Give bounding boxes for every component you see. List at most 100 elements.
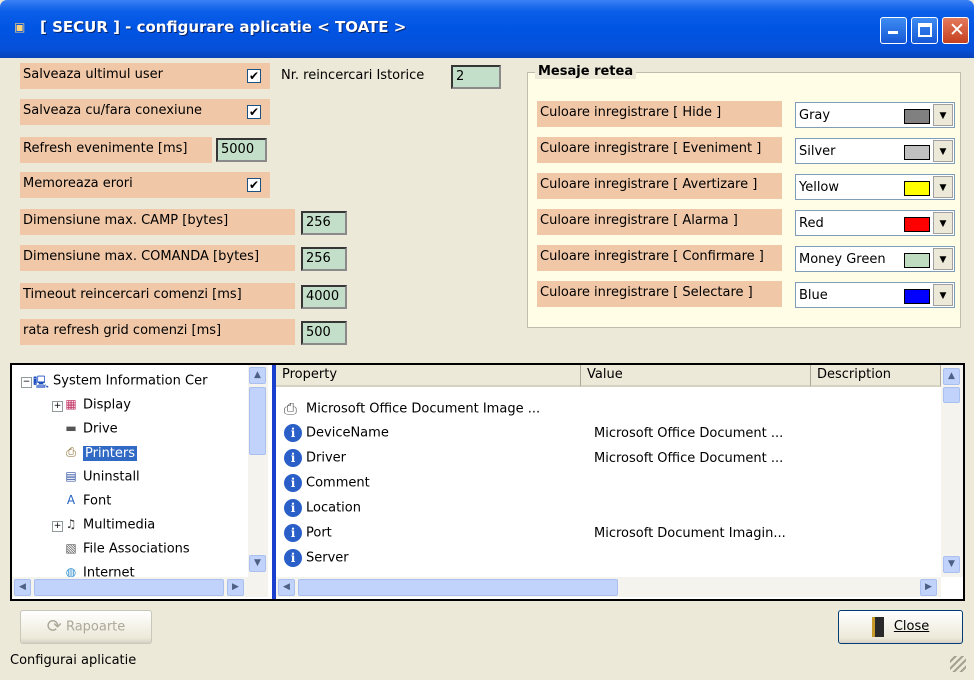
max-comanda-input[interactable]: 256 (301, 247, 347, 271)
scroll-right-icon[interactable]: ▶ (920, 579, 937, 596)
color-select[interactable]: Red ▼ (795, 210, 955, 236)
color-swatch (904, 217, 930, 232)
tree-item[interactable]: ▬ Drive (62, 421, 118, 437)
save-last-user-checkbox[interactable]: ✔ (247, 69, 261, 83)
chevron-down-icon[interactable]: ▼ (933, 140, 953, 162)
tree-horizontal-scrollbar[interactable]: ◀ ▶ (12, 577, 268, 597)
chevron-down-icon[interactable]: ▼ (933, 104, 953, 126)
max-comanda-label: Dimensiune max. COMANDA [bytes] (20, 245, 295, 271)
color-label: Culoare inregistrare [ Selectare ] (537, 281, 782, 307)
list-horizontal-scrollbar[interactable]: ◀ ▶ (276, 577, 941, 597)
color-label: Culoare inregistrare [ Confirmare ] (537, 245, 782, 271)
tree-item[interactable]: 🖳 System Information Cer (32, 373, 207, 390)
color-swatch (904, 145, 930, 160)
color-select[interactable]: Gray ▼ (795, 102, 955, 128)
color-swatch (904, 109, 930, 124)
scroll-left-icon[interactable]: ◀ (278, 579, 295, 596)
scroll-thumb[interactable] (34, 579, 224, 596)
maximize-button[interactable] (911, 17, 938, 44)
save-with-connection-checkbox[interactable]: ✔ (247, 105, 261, 119)
history-retries-input[interactable]: 2 (451, 65, 501, 89)
color-select-value: Yellow (799, 180, 840, 195)
tree-item-label: Drive (83, 421, 118, 437)
max-camp-input[interactable]: 256 (301, 211, 347, 235)
door-exit-icon (871, 616, 884, 637)
grid-refresh-input[interactable]: 500 (301, 321, 347, 345)
expand-icon[interactable]: + (52, 401, 63, 412)
scroll-right-icon[interactable]: ▶ (227, 579, 244, 596)
column-header-description[interactable]: Description (811, 365, 941, 387)
chevron-down-icon[interactable]: ▼ (933, 176, 953, 198)
close-button[interactable]: Close (838, 610, 963, 644)
app-icon[interactable]: ▣ (14, 20, 32, 36)
property-list: Property Value Description ⎙ Microsoft Of… (276, 365, 963, 599)
tree-item[interactable]: ▧ File Associations (62, 541, 190, 557)
refresh-events-input[interactable]: 5000 (216, 138, 267, 162)
remember-errors-checkbox[interactable]: ✔ (247, 178, 261, 192)
scroll-down-icon[interactable]: ▼ (943, 556, 960, 573)
refresh-icon: ⟳ (46, 616, 62, 637)
tree-item[interactable]: ▦ Display (62, 397, 131, 413)
column-header-value[interactable]: Value (581, 365, 811, 387)
tree-item-label: File Associations (83, 541, 190, 557)
list-row[interactable]: ⎙ Microsoft Office Document Image ... (284, 399, 540, 419)
color-select[interactable]: Money Green ▼ (795, 246, 955, 272)
font-icon: A (66, 493, 76, 507)
scroll-thumb[interactable] (249, 387, 266, 455)
property-cell: Microsoft Office Document Image ... (306, 401, 541, 417)
file-associations-icon: ▧ (65, 541, 77, 555)
info-icon: i (284, 474, 302, 492)
color-label: Culoare inregistrare [ Hide ] (537, 101, 782, 127)
scroll-thumb[interactable] (943, 387, 960, 403)
list-vertical-scrollbar[interactable]: ▲ ▼ (941, 365, 963, 577)
computer-icon: 🖳 (32, 375, 49, 389)
value-cell: Microsoft Office Document ... (594, 451, 784, 466)
tree-item[interactable]: ♫ Multimedia (62, 517, 156, 533)
color-select-value: Money Green (799, 252, 886, 267)
timeout-input[interactable]: 4000 (301, 285, 347, 309)
drive-icon: ▬ (65, 421, 77, 435)
list-row[interactable]: i Port (284, 524, 332, 542)
info-icon: i (284, 449, 302, 467)
color-select[interactable]: Yellow ▼ (795, 174, 955, 200)
tree-item-label: Font (83, 493, 112, 509)
tree-item[interactable]: ⎙ Printers (62, 445, 138, 461)
tree-item[interactable]: A Font (62, 493, 111, 509)
scroll-up-icon[interactable]: ▲ (249, 367, 266, 384)
info-icon: i (284, 499, 302, 517)
close-window-button[interactable]: ✕ (942, 17, 969, 44)
grid-refresh-label: rata refresh grid comenzi [ms] (20, 319, 295, 345)
status-bar: Configurai aplicatie (10, 653, 137, 668)
column-header-property[interactable]: Property (276, 365, 581, 387)
property-cell: Location (306, 500, 361, 516)
chevron-down-icon[interactable]: ▼ (933, 248, 953, 270)
chevron-down-icon[interactable]: ▼ (933, 212, 953, 234)
color-select-value: Red (799, 216, 824, 231)
display-icon: ▦ (65, 397, 77, 411)
color-select[interactable]: Blue ▼ (795, 282, 955, 308)
scroll-down-icon[interactable]: ▼ (249, 555, 266, 572)
close-button-label: Close (893, 619, 930, 634)
list-row[interactable]: i Comment (284, 474, 370, 492)
list-row[interactable]: i Location (284, 499, 361, 517)
expand-icon[interactable]: + (52, 521, 63, 532)
collapse-icon[interactable]: − (21, 377, 32, 388)
tree-item-label: Uninstall (83, 469, 140, 485)
chevron-down-icon[interactable]: ▼ (933, 284, 953, 306)
tree-item[interactable]: ▤ Uninstall (62, 469, 140, 485)
scroll-up-icon[interactable]: ▲ (943, 368, 960, 385)
max-camp-label: Dimensiune max. CAMP [bytes] (20, 209, 295, 235)
color-select[interactable]: Silver ▼ (795, 138, 955, 164)
scroll-thumb[interactable] (298, 579, 618, 596)
scroll-left-icon[interactable]: ◀ (14, 579, 31, 596)
resize-grip-icon[interactable] (950, 656, 966, 672)
minimize-button[interactable] (880, 17, 907, 44)
color-label: Culoare inregistrare [ Avertizare ] (537, 173, 782, 199)
reports-button[interactable]: ⟳ Rapoarte (20, 610, 152, 644)
refresh-events-label: Refresh evenimente [ms] (20, 137, 212, 163)
list-row[interactable]: i DeviceName (284, 424, 389, 442)
property-cell: Server (306, 550, 349, 566)
list-row[interactable]: i Driver (284, 449, 346, 467)
tree-vertical-scrollbar[interactable]: ▲ ▼ (248, 365, 268, 577)
list-row[interactable]: i Server (284, 549, 349, 567)
